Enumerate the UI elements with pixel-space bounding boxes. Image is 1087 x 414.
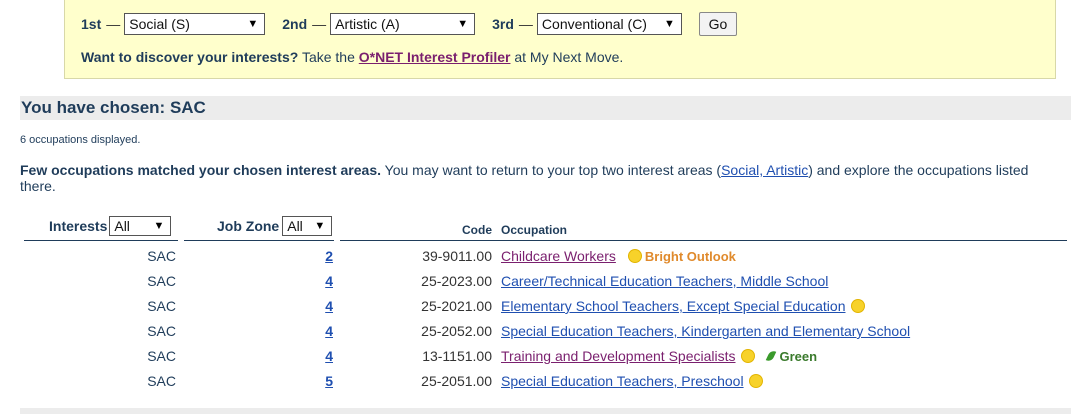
go-button[interactable]: Go bbox=[698, 12, 737, 36]
occupation-cell: Elementary School Teachers, Except Speci… bbox=[501, 298, 864, 314]
bright-outlook-badge[interactable]: Bright Outlook bbox=[645, 249, 736, 264]
interests-column-header: Interests All ▼ bbox=[49, 216, 172, 236]
code-cell: 25-2021.00 bbox=[421, 298, 492, 314]
interests-filter-select[interactable]: All ▼ bbox=[109, 216, 172, 236]
discover-after-text: at My Next Move. bbox=[510, 49, 624, 65]
code-cell: 13-1151.00 bbox=[422, 348, 492, 364]
occupation-cell: Training and Development Specialists Gre… bbox=[501, 348, 817, 364]
header-rule bbox=[24, 240, 178, 241]
interests-cell: SAC bbox=[147, 273, 176, 289]
first-interest-select[interactable]: Social (S) ▼ bbox=[124, 13, 266, 35]
occupation-cell: Career/Technical Education Teachers, Mid… bbox=[501, 273, 828, 289]
dropdown-arrow-icon: ▼ bbox=[153, 220, 165, 232]
code-cell: 25-2051.00 bbox=[421, 373, 492, 389]
sun-icon[interactable] bbox=[749, 375, 762, 387]
chosen-heading: You have chosen: SAC bbox=[20, 96, 1071, 120]
notice-text: You may want to return to your top two i… bbox=[381, 162, 722, 178]
sun-icon bbox=[628, 250, 641, 262]
interests-filter-value: All bbox=[114, 218, 130, 234]
interests-cell: SAC bbox=[147, 373, 176, 389]
occupation-column-header[interactable]: Occupation bbox=[501, 223, 567, 237]
job-zone-cell: 4 bbox=[325, 273, 333, 289]
footer-bar bbox=[20, 408, 1071, 414]
interests-cell: SAC bbox=[147, 323, 176, 339]
dropdown-arrow-icon: ▼ bbox=[664, 18, 675, 30]
sun-icon[interactable] bbox=[851, 300, 864, 312]
third-interest-select[interactable]: Conventional (C) ▼ bbox=[536, 13, 682, 35]
job-zone-cell: 4 bbox=[325, 323, 333, 339]
first-interest-label: 1st bbox=[81, 16, 102, 32]
top-two-interests-link[interactable]: Social, Artistic bbox=[721, 162, 808, 178]
interest-profiler-link[interactable]: O*NET Interest Profiler bbox=[359, 49, 511, 65]
code-cell: 25-2052.00 bbox=[421, 323, 492, 339]
occupation-cell: Childcare Workers Bright Outlook bbox=[501, 248, 736, 264]
header-rule bbox=[340, 240, 1067, 241]
job-zone-link[interactable]: 4 bbox=[325, 273, 333, 289]
second-interest-label: 2nd bbox=[282, 16, 308, 32]
second-interest-value: Artistic (A) bbox=[335, 16, 400, 32]
discover-text: Take the bbox=[298, 49, 359, 65]
job-zone-link[interactable]: 4 bbox=[325, 323, 333, 339]
interest-selector-panel: 1st — Social (S) ▼ 2nd — Artistic (A) ▼ … bbox=[64, 0, 1056, 79]
occupation-link[interactable]: Training and Development Specialists bbox=[501, 348, 736, 364]
job-zone-cell: 5 bbox=[325, 373, 333, 389]
job-zone-link[interactable]: 4 bbox=[325, 348, 333, 364]
dash: — bbox=[106, 16, 121, 32]
job-zone-cell: 2 bbox=[325, 248, 333, 264]
dropdown-arrow-icon: ▼ bbox=[247, 18, 259, 30]
job-zone-link[interactable]: 4 bbox=[325, 298, 333, 314]
occupation-link[interactable]: Elementary School Teachers, Except Speci… bbox=[501, 298, 846, 314]
third-interest-value: Conventional (C) bbox=[541, 16, 647, 32]
job-zone-link[interactable]: 5 bbox=[325, 373, 333, 389]
job-zone-link[interactable]: 2 bbox=[325, 248, 333, 264]
job-zone-filter-value: All bbox=[287, 218, 303, 234]
job-zone-cell: 4 bbox=[325, 298, 333, 314]
job-zone-header-label: Job Zone bbox=[217, 218, 280, 234]
first-interest-value: Social (S) bbox=[129, 16, 190, 32]
occupation-link[interactable]: Career/Technical Education Teachers, Mid… bbox=[501, 273, 828, 289]
code-cell: 39-9011.00 bbox=[422, 248, 492, 264]
table-row: SAC 4 25-2052.00 Special Education Teach… bbox=[0, 318, 1087, 343]
job-zone-filter-select[interactable]: All ▼ bbox=[282, 216, 333, 236]
dropdown-arrow-icon: ▼ bbox=[314, 220, 326, 232]
leaf-icon bbox=[765, 349, 776, 363]
occupation-link[interactable]: Childcare Workers bbox=[501, 248, 616, 264]
code-column-header[interactable]: Code bbox=[462, 223, 492, 237]
table-row: SAC 2 39-9011.00 Childcare Workers Brigh… bbox=[0, 243, 1087, 268]
table-row: SAC 5 25-2051.00 Special Education Teach… bbox=[0, 368, 1087, 393]
second-interest-select[interactable]: Artistic (A) ▼ bbox=[330, 13, 476, 35]
job-zone-column-header: Job Zone All ▼ bbox=[217, 216, 333, 236]
occupation-link[interactable]: Special Education Teachers, Kindergarten… bbox=[501, 323, 910, 339]
dash: — bbox=[312, 16, 327, 32]
table-row: SAC 4 25-2023.00 Career/Technical Educat… bbox=[0, 268, 1087, 293]
code-cell: 25-2023.00 bbox=[421, 273, 492, 289]
table-row: SAC 4 13-1151.00 Training and Developmen… bbox=[0, 343, 1087, 368]
table-row: SAC 4 25-2021.00 Elementary School Teach… bbox=[0, 293, 1087, 318]
dash: — bbox=[518, 16, 533, 32]
occupation-link[interactable]: Special Education Teachers, Preschool bbox=[501, 373, 744, 389]
discover-interests-text: Want to discover your interests? Take th… bbox=[81, 49, 623, 65]
occupation-count: 6 occupations displayed. bbox=[20, 134, 141, 146]
discover-bold-text: Want to discover your interests? bbox=[81, 49, 299, 65]
interests-cell: SAC bbox=[147, 248, 176, 264]
notice-bold: Few occupations matched your chosen inte… bbox=[20, 162, 381, 178]
interests-cell: SAC bbox=[147, 348, 176, 364]
sun-icon[interactable] bbox=[741, 350, 754, 362]
header-rule bbox=[184, 240, 334, 241]
dropdown-arrow-icon: ▼ bbox=[457, 18, 469, 30]
interest-selector-row: 1st — Social (S) ▼ 2nd — Artistic (A) ▼ … bbox=[81, 12, 737, 36]
third-interest-label: 3rd bbox=[492, 16, 514, 32]
green-badge[interactable]: Green bbox=[780, 349, 818, 364]
few-matches-notice: Few occupations matched your chosen inte… bbox=[20, 162, 1050, 194]
occupation-cell: Special Education Teachers, Kindergarten… bbox=[501, 323, 910, 339]
job-zone-cell: 4 bbox=[325, 348, 333, 364]
occupation-cell: Special Education Teachers, Preschool bbox=[501, 373, 762, 389]
interests-cell: SAC bbox=[147, 298, 176, 314]
interests-header-label: Interests bbox=[49, 218, 108, 234]
